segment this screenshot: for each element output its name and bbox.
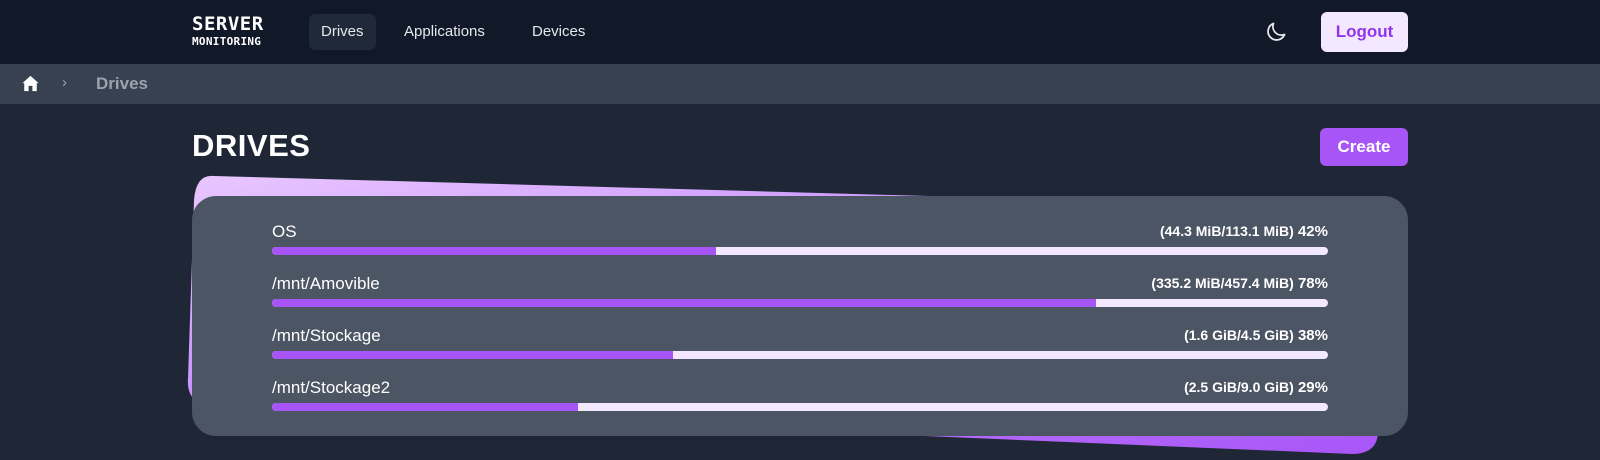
- usage-bar-fill: [272, 247, 716, 255]
- create-button[interactable]: Create: [1320, 128, 1408, 166]
- drive-percent: 38%: [1297, 327, 1328, 344]
- drive-size: (1.6 GiB/4.5 GiB): [1184, 327, 1294, 343]
- drive-percent: 78%: [1297, 275, 1328, 292]
- drive-usage: (1.6 GiB/4.5 GiB) 38%: [1184, 327, 1328, 344]
- logo-line-2: MONITORING: [192, 35, 262, 48]
- breadcrumb-current: Drives: [96, 74, 148, 93]
- drive-percent: 42%: [1297, 223, 1328, 240]
- usage-bar: [272, 247, 1328, 255]
- app-logo[interactable]: SERVER MONITORING: [192, 13, 264, 48]
- moon-icon[interactable]: [1264, 20, 1288, 44]
- drive-name: /mnt/Stockage2: [272, 378, 391, 397]
- nav-link-applications[interactable]: Applications: [392, 14, 497, 50]
- drive-size: (44.3 MiB/113.1 MiB): [1159, 223, 1294, 239]
- logo-line-1: SERVER: [192, 13, 264, 35]
- drive-usage: (2.5 GiB/9.0 GiB) 29%: [1184, 379, 1328, 396]
- drive-size: (2.5 GiB/9.0 GiB): [1184, 379, 1294, 395]
- usage-bar-fill: [272, 299, 1096, 307]
- usage-bar: [272, 351, 1328, 359]
- drive-name: /mnt/Stockage: [272, 326, 381, 345]
- drive-size: (335.2 MiB/457.4 MiB): [1151, 275, 1294, 291]
- top-navbar: SERVER MONITORING Drives Applications De…: [0, 0, 1600, 64]
- usage-bar: [272, 299, 1328, 307]
- breadcrumb: › Drives: [0, 64, 1600, 104]
- drive-name: OS: [272, 222, 297, 241]
- nav-link-drives[interactable]: Drives: [309, 14, 376, 50]
- drive-usage: (335.2 MiB/457.4 MiB) 78%: [1151, 275, 1328, 292]
- home-icon[interactable]: [21, 74, 40, 93]
- drive-usage: (44.3 MiB/113.1 MiB) 42%: [1160, 223, 1328, 240]
- usage-bar-fill: [272, 351, 674, 359]
- chevron-right-icon: ›: [62, 74, 67, 91]
- nav-link-devices[interactable]: Devices: [520, 14, 597, 50]
- logout-button[interactable]: Logout: [1321, 12, 1408, 52]
- drive-name: /mnt/Amovible: [272, 274, 380, 293]
- drives-card: OS (44.3 MiB/113.1 MiB) 42% /mnt/Amovibl…: [192, 196, 1408, 436]
- usage-bar-fill: [272, 403, 579, 411]
- drive-percent: 29%: [1297, 379, 1328, 396]
- page-title: DRIVES: [192, 128, 311, 163]
- usage-bar: [272, 403, 1328, 411]
